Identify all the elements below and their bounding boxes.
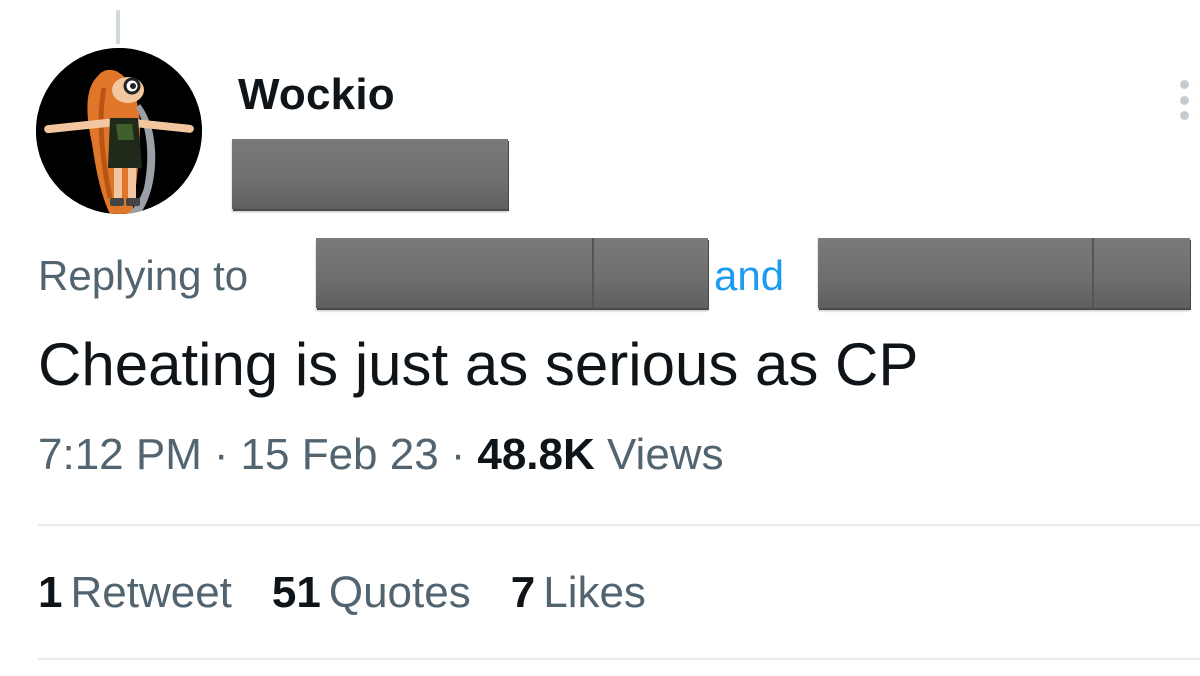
views-count: 48.8K xyxy=(477,430,595,479)
stat-label: Quotes xyxy=(328,568,471,617)
redacted-reply-handle xyxy=(818,238,1190,308)
stat-label: Retweet xyxy=(70,568,232,617)
more-options-icon[interactable] xyxy=(1176,80,1192,120)
reply-and-link[interactable]: and xyxy=(714,252,784,300)
redacted-reply-handle xyxy=(316,238,708,308)
tweet-time[interactable]: 7:12 PM xyxy=(38,430,202,479)
tweet-text: Cheating is just as serious as CP xyxy=(38,331,919,398)
display-name[interactable]: Wockio xyxy=(238,70,395,120)
avatar-image xyxy=(36,48,202,214)
stat-count: 1 xyxy=(38,568,63,617)
quotes-count-link[interactable]: 51 Quotes xyxy=(272,568,471,618)
menu-dot xyxy=(1179,111,1189,120)
stat-count: 7 xyxy=(510,568,536,617)
separator: · xyxy=(450,430,466,479)
views-label: Views xyxy=(607,430,724,479)
likes-count-link[interactable]: 7 Likes xyxy=(511,568,646,618)
replying-to-label: Replying to xyxy=(38,252,249,299)
redacted-handle xyxy=(232,139,508,209)
avatar[interactable] xyxy=(36,48,202,214)
menu-dot xyxy=(1179,80,1189,89)
retweet-count-link[interactable]: 1 Retweet xyxy=(38,568,232,618)
stat-count: 51 xyxy=(271,568,321,617)
divider xyxy=(38,658,1200,660)
separator: · xyxy=(213,430,229,479)
menu-dot xyxy=(1179,95,1189,105)
tweet-date[interactable]: 15 Feb 23 xyxy=(241,430,439,479)
engagement-stats: 1 Retweet 51 Quotes 7 Likes xyxy=(38,568,646,618)
stat-label: Likes xyxy=(543,568,646,617)
thread-connector-line xyxy=(116,10,120,44)
tweet-meta: 7:12 PM · 15 Feb 23 · 48.8K Views xyxy=(38,430,724,480)
divider xyxy=(38,524,1200,526)
